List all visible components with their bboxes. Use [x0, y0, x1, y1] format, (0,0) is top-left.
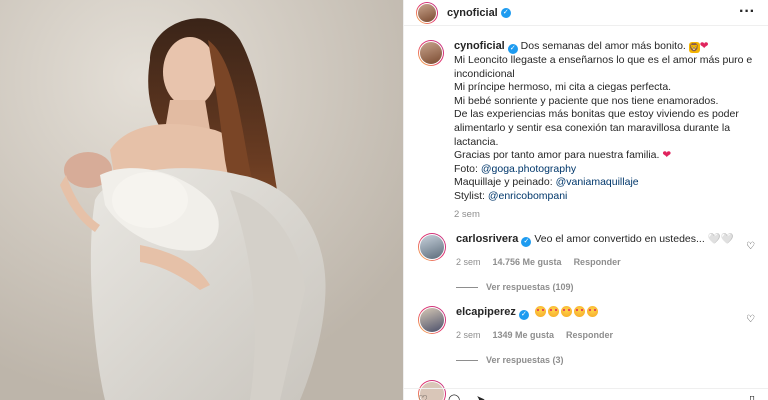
stylist-link[interactable]: @enricobompani: [488, 190, 568, 202]
caption-thanks-text: Gracias por tanto amor para nuestra fami…: [454, 149, 660, 162]
reply-button[interactable]: Responder: [574, 257, 621, 267]
red-heart-emoji-icon: ❤: [662, 149, 672, 162]
commenter-username[interactable]: elcapiperez: [456, 306, 516, 318]
photographer-link[interactable]: @goga.photography: [481, 163, 576, 175]
caption-author-avatar[interactable]: [418, 40, 444, 66]
post-action-bar: ♡ ◯ ➤ ▯: [404, 388, 768, 400]
post-caption: cynoficial ✓ Dos semanas del amor más bon…: [418, 40, 758, 221]
comment-likes-count[interactable]: 1349 Me gusta: [493, 330, 555, 340]
like-heart-icon[interactable]: ♡: [418, 393, 428, 400]
post-photo[interactable]: [0, 0, 403, 400]
heart-eyes-emoji-icon: [534, 306, 600, 318]
caption-photo-credit: Foto: @goga.photography: [454, 163, 758, 177]
verified-badge-icon: ✓: [500, 7, 511, 18]
caption-timestamp[interactable]: 2 sem: [454, 208, 758, 222]
makeup-artist-link[interactable]: @vaniamaquillaje: [556, 176, 639, 188]
stylist-credit-label: Stylist:: [454, 189, 485, 202]
caption-username[interactable]: cynoficial: [454, 40, 505, 52]
like-heart-icon[interactable]: ♡: [746, 241, 755, 252]
comment-bubble-icon[interactable]: ◯: [448, 393, 460, 400]
post-photo-illustration: [0, 0, 403, 400]
caption-text-5: Mi bebé sonriente y paciente que nos tie…: [454, 94, 719, 107]
commenter-username[interactable]: carlosrivera: [456, 233, 518, 245]
bookmark-icon[interactable]: ▯: [749, 393, 755, 400]
comment-meta: 2 sem 14.756 Me gusta Responder: [456, 257, 746, 267]
photo-credit-label: Foto:: [454, 162, 478, 175]
comment-body: elcapiperez ✓ 2 sem 1349 Me gusta Respond…: [456, 306, 746, 340]
comment-timestamp[interactable]: 2 sem: [456, 330, 481, 340]
caption-text-6: De las experiencias más bonitas que esto…: [454, 108, 739, 121]
commenter-avatar[interactable]: [418, 306, 446, 334]
caption-text-3: incondicional: [454, 67, 515, 80]
view-replies-button[interactable]: Ver respuestas (3): [456, 355, 564, 365]
comment-body: carlosrivera ✓ Veo el amor convertido en …: [456, 233, 746, 267]
comment-meta: 2 sem 1349 Me gusta Responder: [456, 330, 746, 340]
caption-text-1: Dos semanas del amor más bonito.: [520, 40, 686, 52]
caption-text-8: lactancia.: [454, 135, 499, 148]
view-replies-button[interactable]: Ver respuestas (109): [456, 282, 574, 292]
reply-button[interactable]: Responder: [566, 330, 613, 340]
comment-text-line: carlosrivera ✓ Veo el amor convertido en …: [456, 233, 746, 247]
caption-text-9: Gracias por tanto amor para nuestra fami…: [454, 149, 758, 163]
lion-emoji-icon: 🦁: [688, 42, 700, 53]
comment-item: carlosrivera ✓ Veo el amor convertido en …: [418, 233, 763, 267]
comment-text: Veo el amor convertido en ustedes... 🤍🤍: [534, 233, 734, 245]
caption-text-2: Mi Leoncito llegaste a enseñarnos lo que…: [454, 54, 753, 66]
comment-timestamp[interactable]: 2 sem: [456, 257, 481, 267]
author-avatar[interactable]: [416, 1, 438, 24]
author-username[interactable]: cynoficial: [447, 7, 498, 19]
replies-divider-line: [456, 286, 478, 288]
post-header: cynoficial ✓ ···: [404, 0, 768, 26]
caption-stylist-credit: Stylist: @enricobompani: [454, 190, 758, 204]
comment-text-line: elcapiperez ✓: [456, 306, 746, 320]
more-horizontal-icon[interactable]: ···: [739, 3, 755, 21]
caption-body: cynoficial ✓ Dos semanas del amor más bon…: [454, 40, 758, 221]
like-heart-icon[interactable]: ♡: [746, 314, 755, 325]
replies-divider-line: [456, 359, 478, 361]
caption-text-4: Mi príncipe hermoso, mi cita a ciegas pe…: [454, 81, 672, 94]
commenter-avatar[interactable]: [418, 233, 446, 261]
caption-makeup-credit: Maquillaje y peinado: @vaniamaquillaje: [454, 176, 758, 190]
verified-badge-icon: ✓: [518, 310, 529, 320]
makeup-credit-label: Maquillaje y peinado:: [454, 176, 553, 189]
comment-likes-count[interactable]: 14.756 Me gusta: [493, 257, 562, 267]
caption-text-7: alimentarlo y sentir esa conexión tan ma…: [454, 121, 731, 134]
view-replies-label: Ver respuestas (109): [486, 282, 574, 292]
verified-badge-icon: ✓: [507, 44, 518, 54]
caption-line-1: cynoficial ✓ Dos semanas del amor más bon…: [454, 40, 758, 54]
share-send-icon[interactable]: ➤: [476, 393, 485, 400]
view-replies-label: Ver respuestas (3): [486, 355, 564, 365]
instagram-post-modal: cynoficial ✓ ··· cynoficial ✓ Dos semanas…: [0, 0, 768, 400]
red-heart-emoji-icon: ❤: [699, 40, 709, 52]
comments-panel: cynoficial ✓ ··· cynoficial ✓ Dos semanas…: [403, 0, 768, 400]
comment-item: elcapiperez ✓ 2 sem 1349 Me gusta Respond…: [418, 306, 763, 340]
verified-badge-icon: ✓: [521, 237, 532, 247]
